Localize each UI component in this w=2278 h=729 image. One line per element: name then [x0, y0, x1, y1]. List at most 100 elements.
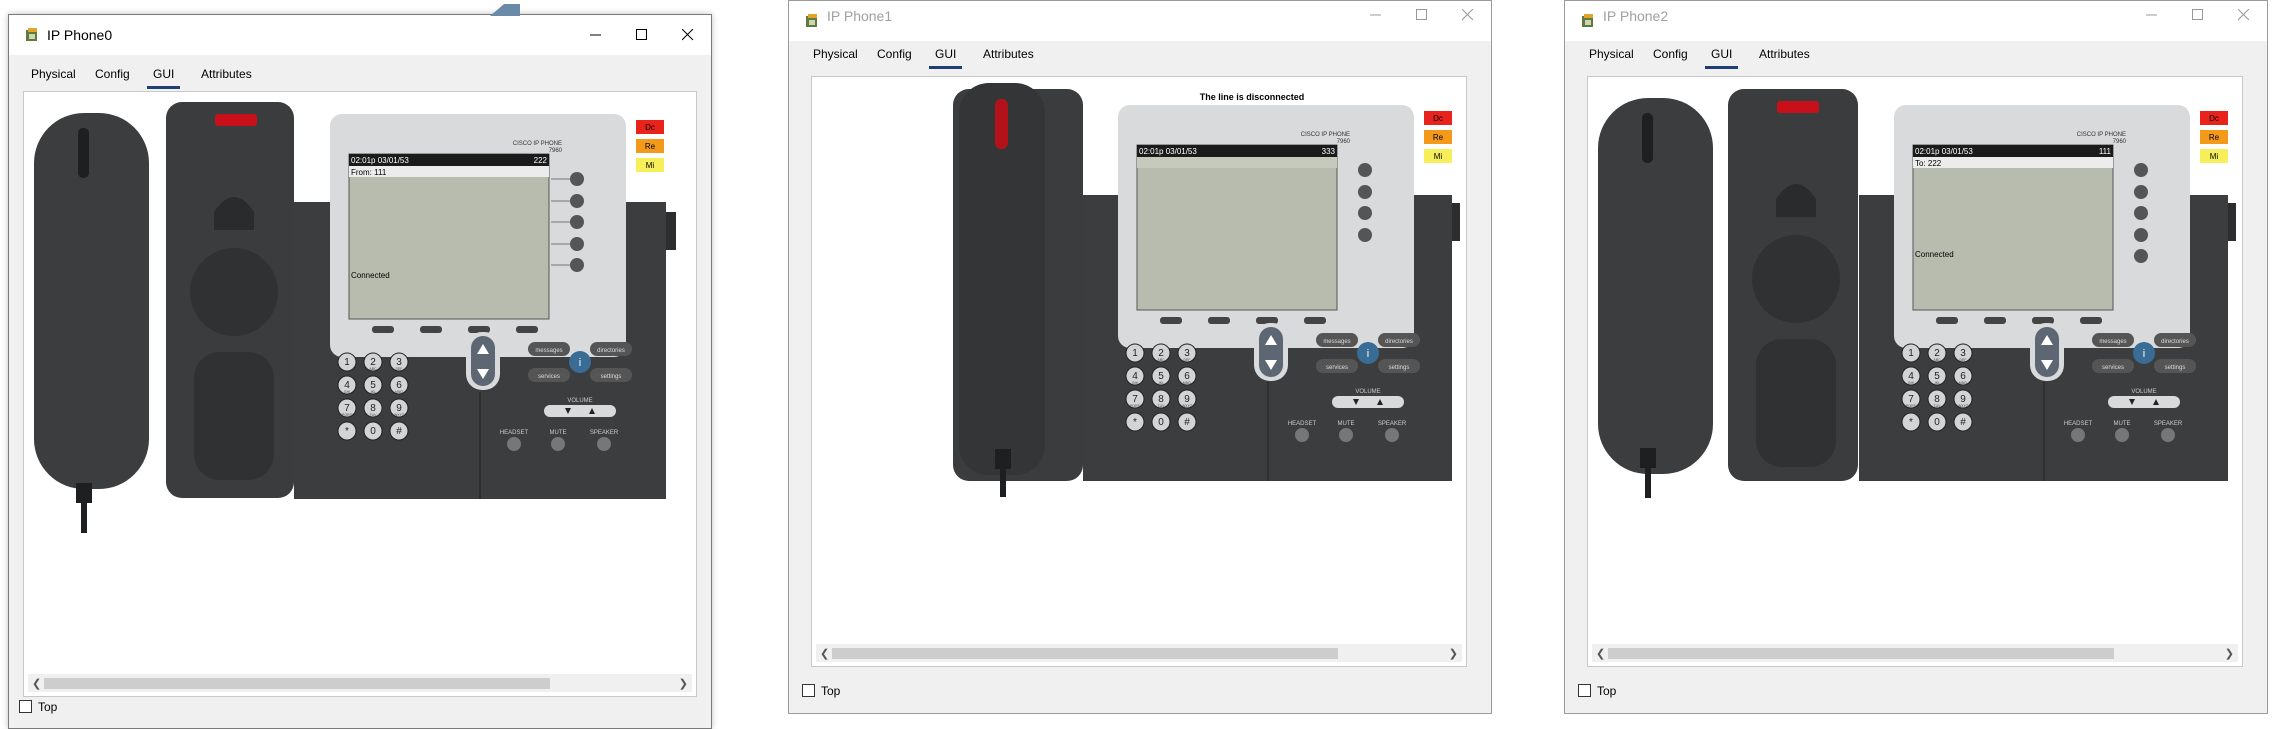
headset-button[interactable]	[2071, 428, 2085, 442]
directories-label: directories	[1385, 339, 1413, 345]
packet-tracer-phone-icon	[806, 14, 817, 27]
ip-phone-graphic: The line is disconnected CISCO IP PHONE …	[953, 83, 1460, 497]
mute-button[interactable]	[551, 437, 565, 451]
maximize-button[interactable]	[1399, 0, 1445, 35]
key-letters: GHI	[1132, 381, 1138, 385]
key-label: *	[1909, 417, 1913, 428]
info-icon: i	[1367, 348, 1369, 360]
tab-attributes[interactable]: Attributes	[1759, 41, 1810, 67]
tab-config[interactable]: Config	[1653, 41, 1688, 67]
key-letters: DEF	[1184, 358, 1191, 362]
scroll-right-icon[interactable]: ❯	[2225, 647, 2234, 660]
title-bar[interactable]: IP Phone0	[9, 15, 711, 55]
speaker-button[interactable]	[597, 437, 611, 451]
scroll-thumb[interactable]	[44, 678, 550, 689]
speaker-button[interactable]	[2161, 428, 2175, 442]
message-waiting-light	[1777, 101, 1819, 113]
tab-physical[interactable]: Physical	[31, 61, 76, 87]
side-clip	[666, 212, 676, 250]
re-label: Re	[2209, 133, 2220, 142]
minimize-button[interactable]	[573, 15, 619, 55]
tab-attributes[interactable]: Attributes	[201, 61, 252, 87]
scroll-right-icon[interactable]: ❯	[1449, 647, 1458, 660]
tab-gui[interactable]: GUI	[147, 61, 181, 89]
key-letters: ABC	[369, 367, 377, 371]
selected-tab-underline	[929, 66, 963, 69]
scroll-left-icon[interactable]: ❮	[820, 647, 829, 660]
scroll-left-icon[interactable]: ❮	[32, 677, 41, 690]
checkbox-box[interactable]	[1578, 684, 1591, 697]
minimize-button[interactable]	[2129, 0, 2175, 35]
messages-label: messages	[2099, 339, 2126, 345]
lcd-status: Connected	[1915, 250, 1954, 259]
close-button[interactable]	[2221, 0, 2267, 35]
key-letters: ABC	[1157, 358, 1165, 362]
volume-label: VOLUME	[1355, 389, 1380, 395]
key-letters: GHI	[1908, 381, 1914, 385]
tab-physical[interactable]: Physical	[813, 41, 858, 67]
key-letters: DEF	[396, 367, 403, 371]
maximize-button[interactable]	[2175, 0, 2221, 35]
key-letters: MNO	[1183, 381, 1191, 385]
close-button[interactable]	[665, 15, 711, 55]
horizontal-scrollbar[interactable]: ❮ ❯	[28, 674, 692, 692]
scroll-thumb[interactable]	[832, 648, 1338, 659]
top-checkbox[interactable]: Top	[802, 684, 840, 698]
mute-button[interactable]	[2115, 428, 2129, 442]
key-letters: WXYZ	[1182, 404, 1193, 408]
volume-rocker[interactable]	[2108, 396, 2180, 408]
maximize-button[interactable]	[619, 15, 665, 55]
key-letters: WXYZ	[1958, 404, 1969, 408]
minimize-button[interactable]	[1353, 0, 1399, 35]
tab-config[interactable]: Config	[877, 41, 912, 67]
headset-button[interactable]	[1295, 428, 1309, 442]
cradle-rest	[1756, 339, 1836, 467]
lcd-datetime: 02:01p 03/01/53	[351, 156, 409, 165]
checkbox-box[interactable]	[19, 700, 32, 713]
key-letters: WXYZ	[394, 413, 405, 417]
tab-label: GUI	[935, 47, 957, 61]
handset[interactable]	[34, 113, 149, 533]
headset-button[interactable]	[507, 437, 521, 451]
tab-gui[interactable]: GUI	[1705, 41, 1739, 69]
tab-label: Physical	[1589, 47, 1634, 61]
background-desktop-icon	[490, 4, 520, 16]
tab-physical[interactable]: Physical	[1589, 41, 1634, 67]
speaker-label: SPEAKER	[590, 430, 619, 436]
ip-phone2-window: IP Phone2 Physical Config GUI Attributes	[1564, 0, 2268, 714]
title-bar[interactable]: IP Phone1	[789, 1, 1491, 41]
volume-rocker[interactable]	[544, 405, 616, 417]
key-label: 0	[370, 426, 376, 437]
ip-phone1-window: IP Phone1 Physical Config GUI Attributes…	[788, 0, 1492, 714]
key-label: 0	[1934, 417, 1940, 428]
top-checkbox[interactable]: Top	[1578, 684, 1616, 698]
handset[interactable]	[1598, 98, 1713, 498]
mute-button[interactable]	[1339, 428, 1353, 442]
selected-tab-underline	[147, 86, 181, 89]
scroll-left-icon[interactable]: ❮	[1596, 647, 1605, 660]
lcd-line1: From: 111	[351, 168, 387, 177]
re-label: Re	[645, 142, 656, 151]
top-checkbox[interactable]: Top	[19, 700, 57, 714]
tab-config[interactable]: Config	[95, 61, 130, 87]
tab-label: Attributes	[201, 67, 252, 81]
headset-label: HEADSET	[1288, 421, 1317, 427]
dc-label: Dc	[1433, 114, 1443, 123]
key-letters: ABC	[1933, 358, 1941, 362]
tab-attributes[interactable]: Attributes	[983, 41, 1034, 67]
horizontal-scrollbar[interactable]: ❮ ❯	[1592, 644, 2238, 662]
tab-gui[interactable]: GUI	[929, 41, 963, 69]
scroll-right-icon[interactable]: ❯	[679, 677, 688, 690]
close-button[interactable]	[1445, 0, 1491, 35]
speaker-button[interactable]	[1385, 428, 1399, 442]
horizontal-scrollbar[interactable]: ❮ ❯	[816, 644, 1462, 662]
mi-label: Mi	[2210, 152, 2219, 161]
handset[interactable]	[959, 83, 1045, 497]
key-label: 1	[1132, 348, 1138, 359]
checkbox-box[interactable]	[802, 684, 815, 697]
lcd-line1: To: 222	[1915, 159, 1942, 168]
volume-rocker[interactable]	[1332, 396, 1404, 408]
scroll-thumb[interactable]	[1608, 648, 2114, 659]
key-label: 1	[344, 357, 350, 368]
title-bar[interactable]: IP Phone2	[1565, 1, 2267, 41]
